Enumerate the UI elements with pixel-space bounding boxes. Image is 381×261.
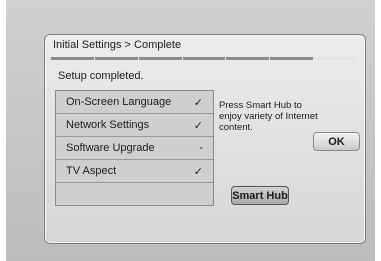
step-row-tv-aspect: TV Aspect ✓ (56, 160, 213, 183)
step-row-software-upgrade: Software Upgrade - (56, 137, 213, 160)
step-status-skipped: - (199, 142, 203, 154)
progress-segment (51, 57, 94, 60)
progress-segment (314, 57, 358, 60)
dialog-title: Initial Settings > Complete (53, 39, 182, 51)
progress-segment (270, 57, 314, 60)
step-label: On-Screen Language (66, 96, 172, 108)
setup-progress-bar (51, 57, 358, 60)
progress-segment (226, 57, 270, 60)
step-status-check: ✓ (193, 120, 203, 132)
step-status-check: ✓ (193, 166, 203, 178)
step-status-check: ✓ (193, 97, 203, 109)
step-row-on-screen-language: On-Screen Language ✓ (56, 91, 213, 114)
step-row-empty (56, 183, 213, 205)
progress-segment (94, 57, 138, 60)
setup-steps-list: On-Screen Language ✓ Network Settings ✓ … (55, 90, 214, 206)
progress-segment (138, 57, 182, 60)
setup-status-text: Setup completed. (58, 70, 144, 82)
step-label: TV Aspect (66, 165, 117, 177)
step-label: Network Settings (66, 119, 150, 131)
setup-complete-dialog: Initial Settings > Complete Setup comple… (44, 34, 366, 244)
step-row-network-settings: Network Settings ✓ (56, 114, 213, 137)
ok-button[interactable]: OK (313, 132, 360, 151)
smart-hub-button[interactable]: Smart Hub (231, 186, 289, 205)
smart-hub-message: Press Smart Hub to enjoy variety of Inte… (219, 100, 318, 133)
step-label: Software Upgrade (66, 142, 155, 154)
tv-screen: Initial Settings > Complete Setup comple… (6, 0, 375, 261)
progress-segment (182, 57, 226, 60)
